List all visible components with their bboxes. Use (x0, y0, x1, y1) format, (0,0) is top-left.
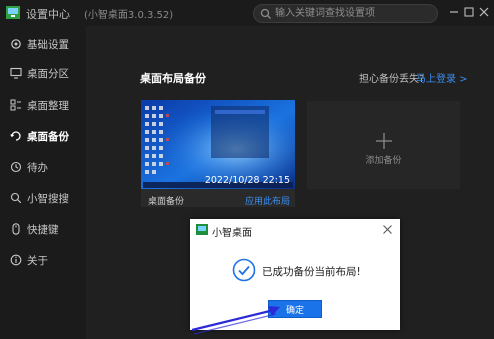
section-title: 桌面布局备份 (140, 72, 206, 85)
dialog-title: 小智桌面 (212, 228, 252, 239)
organize-icon (10, 99, 21, 111)
monitor-icon (10, 67, 22, 79)
info-icon (10, 254, 22, 266)
maximize-icon[interactable] (461, 4, 477, 20)
sidebar-item-label: 待办 (27, 162, 48, 174)
sidebar-item-label: 小智搜搜 (27, 193, 69, 205)
settings-icon (11, 39, 21, 49)
search-icon (10, 192, 22, 204)
sidebar-item-label: 桌面整理 (27, 100, 69, 112)
backup-icon (10, 131, 21, 141)
backup-name: 桌面备份 (148, 197, 185, 207)
arrow-annotation (191, 306, 280, 335)
close-icon[interactable] (382, 224, 393, 235)
backup-worry-text: 担心备份丢失? (359, 74, 425, 85)
sidebar-item-basic-settings[interactable]: 基础设置 (0, 31, 86, 57)
sidebar-item-label: 桌面备份 (27, 131, 69, 143)
add-backup-card[interactable]: 添加备份 (307, 101, 460, 189)
app-logo-icon (6, 6, 20, 19)
clock-icon (10, 161, 22, 173)
backup-timestamp: 2022/10/28 22:15 (204, 175, 290, 186)
apply-layout-link[interactable]: 应用此布局 (245, 194, 290, 207)
app-logo-icon (196, 224, 208, 235)
check-circle-icon (232, 258, 256, 282)
app-version: (小智桌面3.0.3.52) (84, 10, 174, 21)
sidebar-item-label: 关于 (27, 255, 48, 267)
title-bar: 设置中心 (小智桌面3.0.3.52) (0, 0, 494, 26)
search-box[interactable] (253, 4, 438, 23)
app-title: 设置中心 (26, 8, 70, 21)
sidebar-item-desktop-partition[interactable]: 桌面分区 (0, 60, 86, 86)
sidebar-item-desktop-backup[interactable]: 桌面备份 (0, 123, 86, 149)
backup-card[interactable]: 2022/10/28 22:15 桌面备份 应用此布局 (141, 100, 295, 207)
search-input[interactable] (275, 6, 433, 21)
sidebar-item-about[interactable]: 关于 (0, 247, 86, 273)
sidebar-item-label: 快捷键 (27, 224, 59, 236)
dialog-message: 已成功备份当前布局! (262, 266, 361, 278)
sidebar-item-shortcuts[interactable]: 快捷键 (0, 216, 86, 242)
sidebar-item-label: 基础设置 (27, 39, 69, 51)
close-icon[interactable] (476, 4, 492, 20)
login-link[interactable]: 马上登录 > (416, 70, 468, 85)
sidebar-item-desktop-organize[interactable]: 桌面整理 (0, 92, 86, 118)
sidebar: 基础设置 桌面分区 桌面整理 桌面备份 待办 小智搜搜 快捷键 关于 (0, 26, 86, 339)
sidebar-item-label: 桌面分区 (27, 68, 69, 80)
search-icon (260, 8, 271, 19)
mouse-icon (12, 223, 20, 235)
backup-thumbnail: 2022/10/28 22:15 (141, 100, 295, 189)
minimize-icon[interactable] (446, 4, 462, 20)
plus-icon (376, 133, 392, 149)
sidebar-item-xiaozhi-search[interactable]: 小智搜搜 (0, 185, 86, 211)
sidebar-item-todo[interactable]: 待办 (0, 154, 86, 180)
add-backup-label: 添加备份 (365, 156, 402, 166)
